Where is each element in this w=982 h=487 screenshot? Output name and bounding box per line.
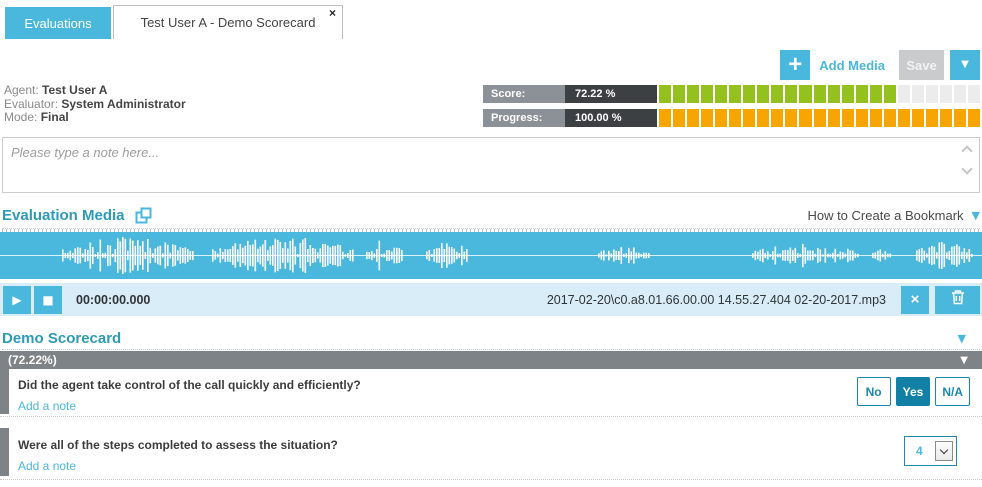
evaluator-label: Evaluator: [4,97,58,111]
score-select[interactable]: 4 [904,436,957,466]
stop-icon: ■ [42,294,53,306]
scorecard-group-bar[interactable]: (72.22%) ▼ [0,351,982,369]
progress-bar-segments [659,109,980,127]
add-note-link[interactable]: Add a note [0,452,80,473]
evaluation-media-header: Evaluation Media How to Create a Bookmar… [2,202,980,229]
evaluator-value: System Administrator [61,97,185,111]
agent-row: Agent: Test User A [4,84,186,98]
agent-value: Test User A [42,83,107,97]
trash-icon [949,288,967,311]
stop-button[interactable]: ■ [34,286,62,314]
progress-value: 100.00 % [565,109,657,127]
score-select-value: 4 [916,444,923,458]
tab-close-icon[interactable]: × [329,6,336,20]
plus-icon: + [788,53,802,77]
play-icon: ▶ [12,294,21,306]
remove-media-button[interactable]: × [901,286,929,314]
score-row: Score: 72.22 % [483,85,980,103]
bookmark-help-label: How to Create a Bookmark [807,208,963,223]
chevron-down-icon: ▼ [961,60,969,70]
evaluation-media-title: Evaluation Media [2,207,125,224]
question-accent-bar [0,368,9,414]
add-media-plus-button[interactable]: + [780,50,810,80]
close-icon: × [911,291,920,308]
chevron-down-icon: ▼ [972,209,980,222]
scorecard-header: Demo Scorecard ▼ [2,327,980,350]
question-accent-bar [0,428,9,476]
audio-waveform[interactable] [0,232,982,279]
toolbar: + Add Media Save ▼ [780,50,980,80]
scorecard-collapse-icon[interactable]: ▼ [958,332,966,345]
answer-no-button[interactable]: No [857,377,891,406]
chevron-down-icon [940,445,948,453]
evaluation-info: Agent: Test User A Evaluator: System Adm… [4,84,186,125]
mode-label: Mode: [4,110,37,124]
group-score: (72.22%) [8,353,57,367]
popout-icon[interactable] [135,207,152,224]
question-text: Were all of the steps completed to asses… [0,428,982,452]
play-button[interactable]: ▶ [3,286,31,314]
scorecard-title: Demo Scorecard [2,330,121,347]
mode-row: Mode: Final [4,111,186,125]
answer-na-button[interactable]: N/A [935,377,970,406]
add-note-link[interactable]: Add a note [0,392,80,413]
playback-time: 00:00:00.000 [76,293,150,307]
progress-row: Progress: 100.00 % [483,109,980,127]
question-text: Did the agent take control of the call q… [0,368,982,392]
answer-yes-button[interactable]: Yes [896,377,931,406]
agent-label: Agent: [4,83,39,97]
waveform-graphic [0,232,982,279]
delete-media-button[interactable] [935,286,980,314]
save-button[interactable]: Save [899,50,944,80]
scroll-down-icon[interactable] [961,163,972,174]
evaluation-window: Evaluations Test User A - Demo Scorecard… [0,0,982,487]
score-bar-segments [659,85,980,103]
evaluator-row: Evaluator: System Administrator [4,98,186,112]
question-row-1: Did the agent take control of the call q… [0,368,982,417]
progress-label: Progress: [483,109,565,127]
group-collapse-icon[interactable]: ▼ [960,355,968,366]
bookmark-help-toggle[interactable]: How to Create a Bookmark ▼ [807,208,980,223]
add-media-label[interactable]: Add Media [819,58,885,73]
media-filename: 2017-02-20\c0.a8.01.66.00.00 14.55.27.40… [547,293,886,307]
answer-buttons: No Yes N/A [852,377,970,406]
score-value: 72.22 % [565,85,657,103]
save-menu-button[interactable]: ▼ [950,50,980,80]
tab-bar: Evaluations Test User A - Demo Scorecard… [5,5,343,39]
tab-active-label: Test User A - Demo Scorecard [141,15,316,30]
media-player-bar: ▶ ■ 00:00:00.000 2017-02-20\c0.a8.01.66.… [0,283,982,316]
tab-evaluations[interactable]: Evaluations [5,7,111,39]
score-label: Score: [483,85,565,103]
note-input[interactable] [3,138,979,192]
scroll-up-icon[interactable] [961,145,972,156]
question-row-2: Were all of the steps completed to asses… [0,428,982,480]
mode-value: Final [41,110,69,124]
tab-active-scorecard[interactable]: Test User A - Demo Scorecard × [113,5,343,39]
select-arrow-button[interactable] [935,441,953,461]
note-field-wrap [2,137,980,193]
note-scrollbar[interactable] [960,144,974,173]
metrics: Score: 72.22 % Progress: 100.00 % [483,85,980,133]
